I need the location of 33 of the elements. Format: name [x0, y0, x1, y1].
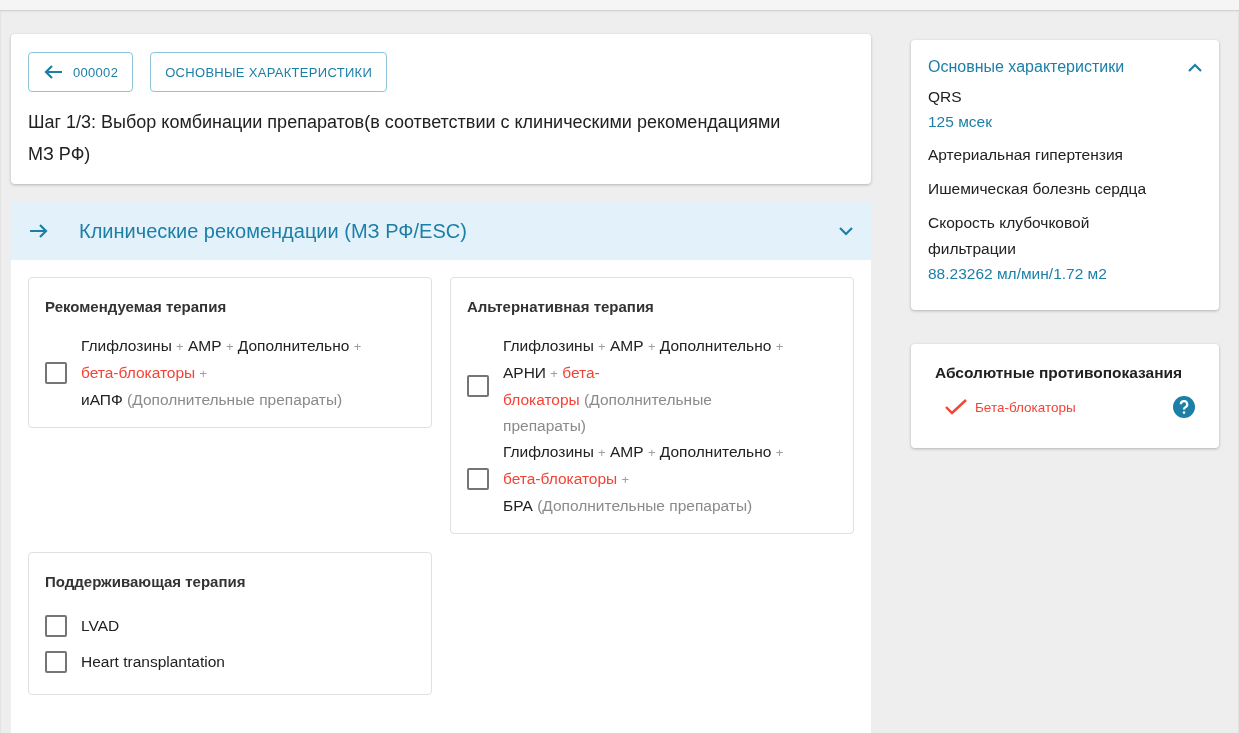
characteristic-label: Артериальная гипертензия	[928, 145, 1124, 165]
accordion-title: Клинические рекомендации (МЗ РФ/ESC)	[79, 219, 468, 243]
characteristic-label: QRS	[928, 87, 963, 107]
accordion-header[interactable]: Клинические рекомендации (МЗ РФ/ESC)	[11, 202, 871, 260]
characteristic-label: Скорость клубочковой фильтрации	[928, 213, 1091, 259]
checkbox[interactable]	[467, 468, 489, 490]
contraindications-title: Абсолютные противопоказания	[935, 364, 1184, 382]
characteristic-value: 125 мсек	[928, 112, 993, 132]
therapy-title: Поддерживающая терапия	[45, 573, 247, 590]
arrow-right-icon	[29, 223, 49, 239]
chevron-down-icon[interactable]	[839, 226, 853, 236]
characteristic-value: 88.23262 мл/мин/1.72 м2	[928, 264, 1108, 284]
characteristics-button[interactable]: ОСНОВНЫЕ ХАРАКТЕРИСТИКИ	[150, 52, 388, 92]
therapy-title: Рекомендуемая терапия	[45, 298, 228, 315]
help-icon[interactable]	[1173, 396, 1195, 418]
chevron-up-icon[interactable]	[1188, 62, 1202, 72]
option-label: Глифлозины + АМР + Дополнительно + бета-блокаторы + БРА (Дополнительные препараты)	[503, 442, 784, 516]
checkbox[interactable]	[467, 375, 489, 397]
checkbox[interactable]	[45, 362, 67, 384]
option-label: Heart transplantation	[81, 652, 225, 672]
contraindication-text: Бета-блокаторы	[975, 399, 1077, 415]
option-label: Глифлозины + АМР + Дополнительно + АРНИ + бета- блокаторы (Дополнительные препараты)	[503, 336, 784, 436]
checkbox[interactable]	[45, 651, 67, 673]
therapy-title: Альтернативная терапия	[467, 298, 655, 315]
option-label: LVAD	[81, 616, 120, 636]
check-icon	[945, 399, 967, 415]
characteristics-title: Основные характеристики	[928, 58, 1125, 76]
step-title: Шаг 1/3: Выбор комбинации препаратов(в соответствии с клиническими рекомендациями МЗ РФ)	[28, 111, 782, 166]
back-button[interactable]: 000002	[28, 52, 134, 92]
characteristic-label: Ишемическая болезнь сердца	[928, 179, 1148, 199]
checkbox[interactable]	[45, 615, 67, 637]
option-label: Глифлозины + АМР + Дополнительно + бета-блокаторы + иАПФ (Дополнительные препараты)	[81, 336, 362, 410]
arrow-left-icon	[43, 64, 63, 80]
